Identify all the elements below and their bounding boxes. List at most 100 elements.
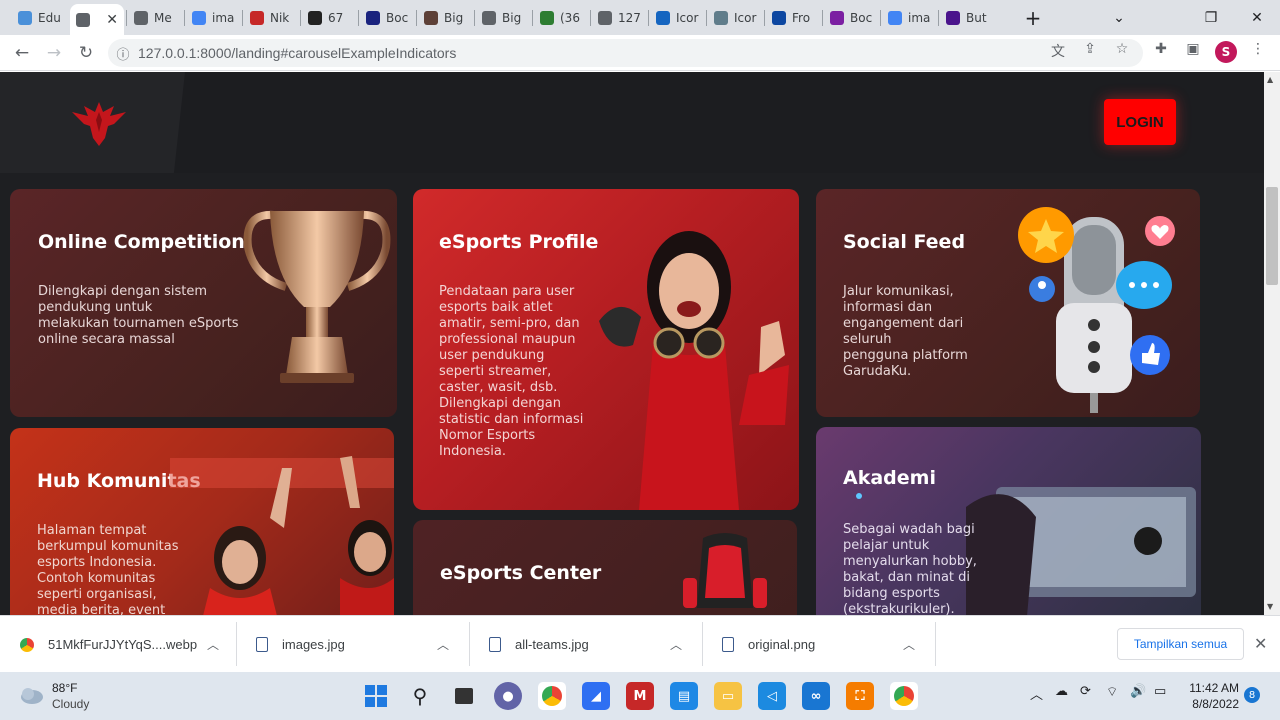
browser-tab[interactable]: Boc <box>360 4 414 31</box>
show-all-downloads-button[interactable]: Tampilkan semua <box>1117 628 1244 660</box>
extensions-icon[interactable]: ✚ <box>1151 41 1171 57</box>
share-icon[interactable]: ⇪ <box>1080 41 1100 57</box>
browser-tab[interactable]: Fro <box>766 4 820 31</box>
file-explorer-icon[interactable]: ▭ <box>714 682 742 710</box>
browser-tab[interactable]: But <box>940 4 994 31</box>
chat-icon[interactable]: ● <box>494 682 522 710</box>
scroll-up-arrow[interactable]: ▲ <box>1267 75 1273 84</box>
akademi-card[interactable]: Akademi Sebagai wadah bagi pelajar untuk… <box>816 427 1201 615</box>
cloud-weather-icon <box>21 688 43 704</box>
esports-profile-card[interactable]: eSports Profile Pendataan para user espo… <box>413 189 799 510</box>
tab-favicon-icon <box>76 12 90 27</box>
search-icon[interactable]: ⚲ <box>406 682 434 710</box>
browser-tab[interactable]: ima <box>882 4 936 31</box>
menu-icon[interactable]: ⋮ <box>1248 41 1268 57</box>
chevron-up-icon[interactable]: ︿ <box>207 636 219 653</box>
browser-tab[interactable]: ✕ <box>70 4 124 35</box>
store-icon[interactable]: ▤ <box>670 682 698 710</box>
browser-tab[interactable]: Nik <box>244 4 298 31</box>
card-description: Sebagai wadah bagi pelajar untuk menyalu… <box>843 522 977 615</box>
address-bar[interactable]: ⓘ 127.0.0.1:8000/landing#carouselExample… <box>108 39 1143 67</box>
close-window-button[interactable]: ✕ <box>1234 0 1280 35</box>
translate-icon[interactable]: 文 <box>1048 41 1068 61</box>
browser-tab[interactable]: Me <box>128 4 182 31</box>
tab-favicon-icon <box>18 10 32 25</box>
notification-badge[interactable]: 8 <box>1244 687 1260 703</box>
browser-tab[interactable]: Boc <box>824 4 878 31</box>
reload-icon[interactable]: ↻ <box>72 39 100 67</box>
xampp-icon[interactable]: ⛶ <box>846 682 874 710</box>
forward-icon[interactable]: → <box>40 39 68 67</box>
browser-tab[interactable]: Big <box>476 4 530 31</box>
bookmark-star-icon[interactable]: ☆ <box>1112 41 1132 57</box>
volume-icon[interactable]: 🔊 <box>1130 684 1146 699</box>
tab-favicon-icon <box>714 10 728 25</box>
card-title: Online Competition <box>38 231 245 253</box>
url-text[interactable]: 127.0.0.1:8000/landing#carouselExampleIn… <box>138 45 456 61</box>
card-description: Jalur komunikasi, informasi dan engangem… <box>843 284 968 379</box>
chevron-up-icon[interactable]: ︿ <box>903 636 915 653</box>
tab-label: 127 <box>618 10 641 25</box>
sync-icon[interactable]: ⟳ <box>1080 684 1091 699</box>
scroll-thumb[interactable] <box>1266 187 1278 285</box>
tab-favicon-icon <box>250 10 264 25</box>
tab-favicon-icon <box>482 10 496 25</box>
chrome-taskbar-icon[interactable] <box>890 682 918 710</box>
esports-center-card[interactable]: eSports Center <box>413 520 797 615</box>
browser-tab[interactable]: ima <box>186 4 240 31</box>
social-feed-card[interactable]: Social Feed Jalur komunikasi, informasi … <box>816 189 1200 417</box>
download-bar: 51MkfFurJJYtYqS....webp ︿ images.jpg ︿ a… <box>0 615 1280 672</box>
download-item[interactable]: original.png ︿ <box>722 616 920 673</box>
chevron-up-icon[interactable]: ︿ <box>670 636 682 653</box>
tab-label: ima <box>908 10 931 25</box>
online-competition-card[interactable]: Online Competition Dilengkapi dengan sis… <box>10 189 397 417</box>
download-item[interactable]: images.jpg ︿ <box>256 616 454 673</box>
tab-label: But <box>966 10 987 25</box>
download-item[interactable]: 51MkfFurJJYtYqS....webp ︿ <box>20 616 224 673</box>
browser-tab[interactable]: Edu <box>12 4 66 31</box>
task-view-icon[interactable] <box>450 682 478 710</box>
app-icon[interactable]: ◢ <box>582 682 610 710</box>
back-icon[interactable]: ← <box>8 39 36 67</box>
community-gamers-image <box>170 456 394 615</box>
weather-description[interactable]: Cloudy <box>52 697 89 711</box>
hub-komunitas-card[interactable]: Hub Komunitas Halaman tempat berkumpul k… <box>10 428 394 615</box>
browser-tab[interactable]: (36 <box>534 4 588 31</box>
profile-avatar[interactable]: S <box>1215 41 1237 63</box>
tab-favicon-icon <box>540 10 554 25</box>
browser-tab[interactable]: Icor <box>708 4 762 31</box>
download-item[interactable]: all-teams.jpg ︿ <box>489 616 687 673</box>
app-icon[interactable]: ∞ <box>802 682 830 710</box>
site-info-icon[interactable]: ⓘ <box>108 44 138 63</box>
restore-window-button[interactable]: ❐ <box>1188 0 1234 35</box>
new-tab-button[interactable]: + <box>1010 0 1056 35</box>
onedrive-icon[interactable]: ☁ <box>1055 684 1068 699</box>
windows-start-icon[interactable] <box>362 682 390 710</box>
tray-chevron-up-icon[interactable]: ︿ <box>1030 684 1043 703</box>
close-tab-icon[interactable]: ✕ <box>106 12 118 28</box>
clock-time[interactable]: 11:42 AM <box>1183 681 1239 695</box>
scroll-down-arrow[interactable]: ▼ <box>1267 602 1273 611</box>
card-title: eSports Center <box>440 562 602 584</box>
battery-icon[interactable]: ▭ <box>1154 684 1166 699</box>
clock-date[interactable]: 8/8/2022 <box>1183 697 1239 711</box>
weather-temperature[interactable]: 88°F <box>52 681 77 695</box>
chrome-taskbar-icon[interactable] <box>538 682 566 710</box>
tab-label: Nik <box>270 10 290 25</box>
browser-tab[interactable]: 127 <box>592 4 646 31</box>
side-panel-icon[interactable]: ▣ <box>1183 41 1203 57</box>
tab-label: Icor <box>676 10 699 25</box>
garuda-logo-icon[interactable] <box>70 98 128 148</box>
tab-label: (36 <box>560 10 580 25</box>
close-download-bar-icon[interactable]: ✕ <box>1254 634 1267 653</box>
browser-tab[interactable]: Big <box>418 4 472 31</box>
tab-search-icon[interactable]: ⌄ <box>1096 0 1142 35</box>
wifi-icon[interactable]: ⌔ <box>1106 684 1118 700</box>
browser-tab[interactable]: Icor <box>650 4 704 31</box>
mcafee-icon[interactable]: M <box>626 682 654 710</box>
login-button[interactable]: LOGIN <box>1104 99 1176 145</box>
browser-tab[interactable]: 67 <box>302 4 356 31</box>
chevron-up-icon[interactable]: ︿ <box>437 636 449 653</box>
vscode-icon[interactable]: ◁ <box>758 682 786 710</box>
page-scrollbar[interactable]: ▲ ▼ <box>1264 72 1280 615</box>
